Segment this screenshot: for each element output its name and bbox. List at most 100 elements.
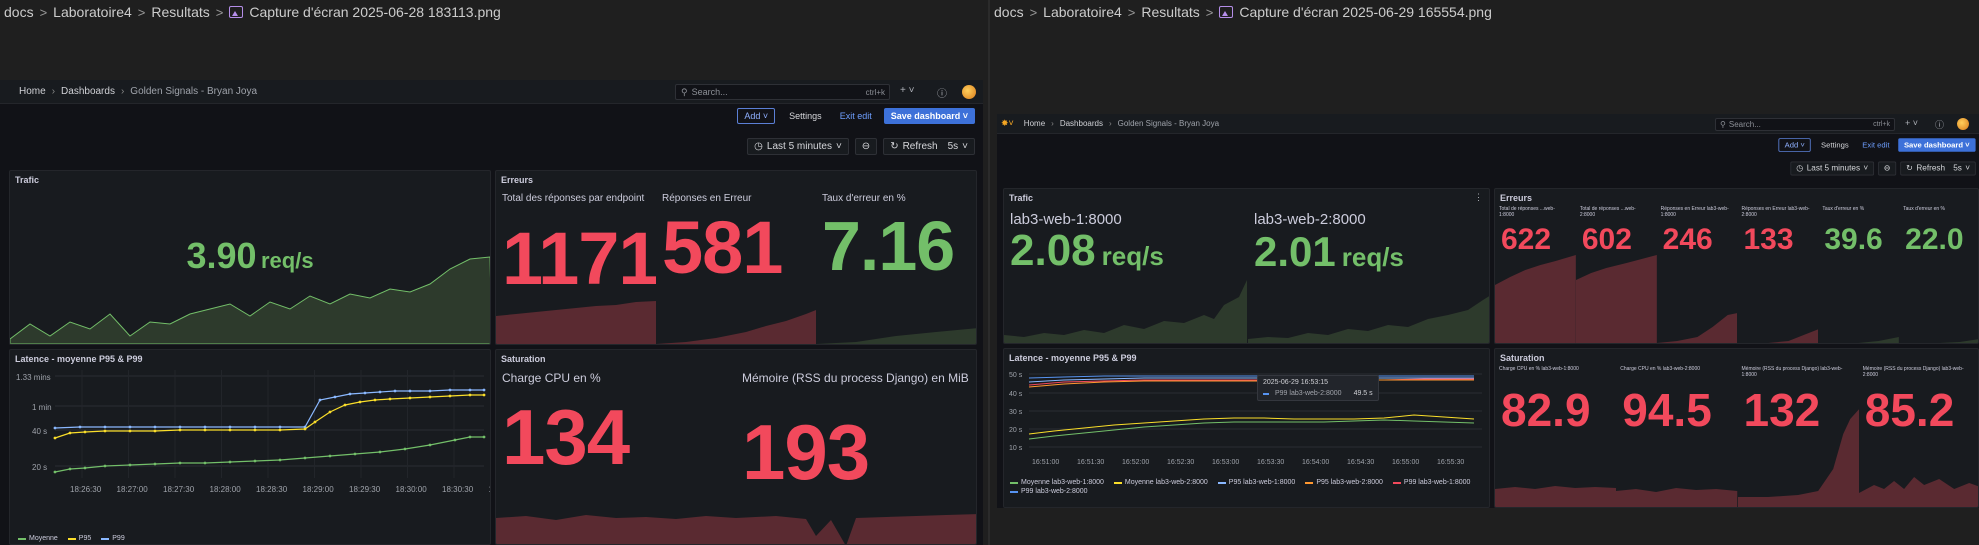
panel-trafic[interactable]: Trafic 3.90 req/s: [9, 170, 491, 345]
stat-value: 132: [1743, 384, 1821, 436]
crumb-file[interactable]: Capture d'écran 2025-06-28 183113.png: [249, 4, 501, 20]
exit-edit-button[interactable]: Exit edit: [1859, 139, 1893, 151]
legend-swatch: [18, 537, 26, 540]
crumb-docs[interactable]: docs: [994, 4, 1024, 20]
search-input[interactable]: ⚲ Search... ctrl+k: [1715, 118, 1895, 131]
clock-icon: ◷: [754, 141, 763, 152]
legend-item[interactable]: P95 lab3-web-2:8000: [1305, 479, 1383, 486]
help-icon[interactable]: ⓘ: [1935, 118, 1944, 131]
stat-number: 2.08: [1010, 226, 1096, 275]
data-point: [353, 452, 357, 456]
crumb-resultats[interactable]: Resultats: [1141, 4, 1199, 20]
legend-swatch: [1392, 481, 1401, 484]
stat-saturation: Charge CPU en % lab3-web-2:8000 94.5: [1616, 365, 1738, 507]
legend-item[interactable]: Moyenne lab3-web-2:8000: [1113, 479, 1208, 486]
x-tick: 18:27:00: [117, 485, 149, 494]
plus-icon[interactable]: + ˅: [1905, 118, 1918, 128]
zoom-out-button[interactable]: ⊖: [854, 138, 878, 155]
data-point: [203, 461, 207, 465]
time-range-picker[interactable]: ◷ Last 5 minutes ˅: [1790, 161, 1874, 176]
exit-edit-button[interactable]: Exit edit: [836, 109, 876, 123]
panel-saturation[interactable]: Saturation Charge CPU en % 134 Mémoire (…: [495, 349, 977, 545]
avatar[interactable]: [962, 85, 976, 99]
legend-item[interactable]: P99 lab3-web-2:8000: [1010, 488, 1088, 495]
panel-erreurs[interactable]: Erreurs Total de réponses ...web-1:8000 6…: [1494, 188, 1979, 344]
panel-trafic[interactable]: Trafic ⋮ lab3-web-1:8000 2.08 req/s lab3-…: [1003, 188, 1490, 344]
latency-legend: Moyenne lab3-web-1:8000 Moyenne lab3-web-…: [1010, 479, 1480, 495]
time-range-picker[interactable]: ◷ Last 5 minutes ˅: [747, 138, 849, 155]
legend-item[interactable]: P95 lab3-web-1:8000: [1217, 479, 1295, 486]
nav-home[interactable]: Home: [19, 86, 46, 97]
save-dashboard-button[interactable]: Save dashboard ˅: [1897, 138, 1976, 152]
data-point: [253, 425, 257, 429]
crumb-docs[interactable]: docs: [4, 4, 34, 20]
legend-item[interactable]: P99 lab3-web-1:8000: [1392, 479, 1470, 486]
avatar[interactable]: [1957, 118, 1969, 130]
zoom-out-button[interactable]: ⊖: [1877, 161, 1897, 176]
data-point: [53, 470, 57, 474]
settings-button[interactable]: Settings: [1816, 139, 1854, 151]
grafana-breadcrumb: Home › Dashboards › Golden Signals - Bryan…: [1024, 119, 1219, 128]
nav-dashboards[interactable]: Dashboards: [61, 86, 115, 97]
data-point: [428, 389, 432, 393]
y-tick: 1.33 mins: [16, 373, 51, 382]
nav-dashboards[interactable]: Dashboards: [1060, 119, 1103, 128]
panel-latence[interactable]: Latence - moyenne P95 & P99 1.33 mins 1 …: [9, 349, 491, 545]
panel-latence[interactable]: Latence - moyenne P95 & P99 50 s 40 s 30 s…: [1003, 348, 1490, 508]
panel-title: Erreurs: [501, 175, 534, 185]
refresh-button[interactable]: ↻ Refresh 5s ˅: [883, 138, 975, 155]
legend-item[interactable]: P99: [101, 535, 125, 542]
y-tick: 30 s: [1009, 409, 1023, 416]
legend-item[interactable]: Moyenne: [18, 535, 58, 542]
x-tick: 18:28:30: [256, 485, 288, 494]
stat-value: 22.0: [1905, 223, 1964, 256]
add-label: Add: [744, 111, 761, 121]
stat-label: Charge CPU en % lab3-web-1:8000: [1499, 366, 1579, 372]
tooltip-time: 2025-06-29 16:53:15: [1263, 379, 1328, 386]
legend-label: Moyenne lab3-web-2:8000: [1124, 479, 1208, 486]
legend-swatch: [1010, 490, 1018, 493]
crumb-laboratoire4[interactable]: Laboratoire4: [1043, 4, 1122, 20]
dashboard-toolbar: Add ˅ Settings Exit edit Save dashboard …: [1144, 138, 1979, 152]
crumb-file[interactable]: Capture d'écran 2025-06-29 165554.png: [1239, 4, 1492, 20]
chevron-right-icon: ›: [120, 86, 125, 97]
x-tick: 16:53:00: [1212, 459, 1239, 466]
nav-home[interactable]: Home: [1024, 119, 1045, 128]
save-dashboard-button[interactable]: Save dashboard ˅: [883, 108, 975, 124]
help-icon[interactable]: ⓘ: [937, 85, 947, 100]
legend-label: Moyenne: [29, 535, 58, 542]
legend-item[interactable]: P95: [67, 535, 92, 542]
stat-value: 622: [1501, 223, 1552, 256]
time-range-label: Last 5 minutes: [766, 141, 832, 152]
zoom-out-icon: ⊖: [861, 141, 871, 152]
legend-label: P95: [78, 535, 92, 542]
add-button[interactable]: Add ˅: [737, 108, 776, 124]
stat-unit: req/s: [1341, 242, 1404, 272]
chevron-down-icon: ˅: [1965, 163, 1970, 174]
crumb-resultats[interactable]: Resultats: [151, 4, 209, 20]
stat-value: 39.6: [1824, 223, 1883, 256]
data-point: [178, 425, 182, 429]
stat-value: 85.2: [1864, 384, 1955, 436]
search-icon: ⚲: [1720, 120, 1726, 129]
data-point: [153, 429, 157, 433]
settings-button[interactable]: Settings: [783, 109, 828, 123]
x-tick: 16:52:30: [1167, 459, 1194, 466]
data-point: [128, 425, 132, 429]
stat-label: Total de réponses ...web-1:8000: [1499, 206, 1555, 218]
time-toolbar: ◷ Last 5 minutes ˅ ⊖ ↻ Refresh 5s ˅: [1174, 161, 1979, 176]
refresh-button[interactable]: ↻ Refresh 5s ˅: [1900, 161, 1976, 176]
crumb-laboratoire4[interactable]: Laboratoire4: [53, 4, 132, 20]
panel-saturation[interactable]: Saturation Charge CPU en % lab3-web-1:80…: [1494, 348, 1979, 508]
grafana-logo-icon[interactable]: ✸˅: [1001, 118, 1014, 129]
add-button[interactable]: Add ˅: [1778, 138, 1811, 152]
plus-icon[interactable]: + ˅: [900, 85, 914, 96]
search-input[interactable]: ⚲ Search... ctrl+k: [675, 84, 890, 100]
refresh-label: Refresh: [902, 141, 938, 152]
stat-label: lab3-web-2:8000: [1254, 211, 1366, 228]
legend-item[interactable]: Moyenne lab3-web-1:8000: [1010, 479, 1104, 486]
data-point: [53, 436, 57, 440]
panel-menu-icon[interactable]: ⋮: [1474, 192, 1483, 203]
panel-erreurs[interactable]: Erreurs Total des réponses par endpoint …: [495, 170, 977, 345]
stat-label: Réponses en Erreur lab3-web-1:8000: [1660, 206, 1729, 218]
